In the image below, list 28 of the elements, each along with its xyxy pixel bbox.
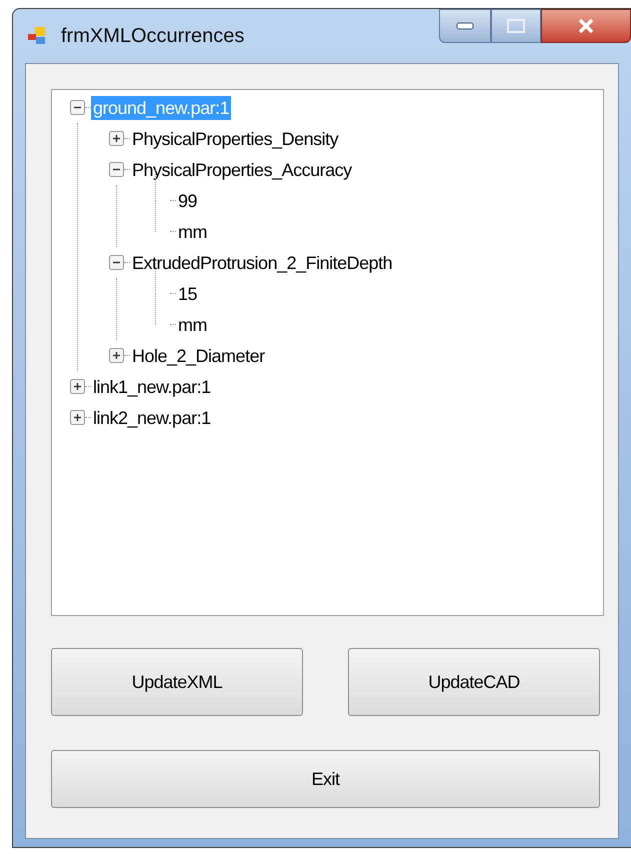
expand-icon[interactable] (109, 348, 124, 363)
collapse-icon[interactable] (70, 100, 85, 115)
action-button[interactable]: UpdateXML (51, 648, 303, 716)
expand-icon[interactable] (109, 131, 124, 146)
tree-view[interactable]: ground_new.par:1 PhysicalProperties_Density PhysicalProperties_Accuracy 99 mm ExtrudedProtrusion_2_FiniteDepth 15 mm Hole_2_Diameter link1_new.par:1 link2_new.par:1 (51, 89, 604, 616)
minimize-button[interactable] (439, 9, 491, 43)
collapse-icon[interactable] (109, 162, 124, 177)
collapse-icon[interactable] (109, 255, 124, 270)
expand-icon[interactable] (70, 410, 85, 425)
maximize-icon (507, 19, 525, 33)
tree-item[interactable]: link1_new.par:1 (91, 374, 213, 398)
tree-item[interactable]: ExtrudedProtrusion_2_FiniteDepth (130, 250, 394, 274)
action-button[interactable]: UpdateCAD (348, 648, 600, 716)
tree-item[interactable]: mm (176, 220, 209, 244)
window-title: frmXMLOccurrences (61, 24, 244, 49)
tree-item[interactable]: PhysicalProperties_Density (130, 126, 340, 150)
close-icon (577, 18, 595, 34)
expand-icon[interactable] (70, 379, 85, 394)
tree-item[interactable]: link2_new.par:1 (91, 406, 213, 430)
tree-item[interactable]: 15 (176, 282, 200, 306)
tree-item[interactable]: mm (176, 312, 209, 336)
tree-item[interactable]: Hole_2_Diameter (130, 344, 267, 368)
tree-item[interactable]: 99 (176, 188, 200, 212)
tree-item[interactable]: PhysicalProperties_Accuracy (130, 158, 354, 182)
minimize-icon (456, 22, 474, 30)
close-button[interactable] (541, 9, 631, 43)
maximize-button[interactable] (491, 9, 541, 43)
action-button[interactable]: Exit (51, 750, 600, 808)
